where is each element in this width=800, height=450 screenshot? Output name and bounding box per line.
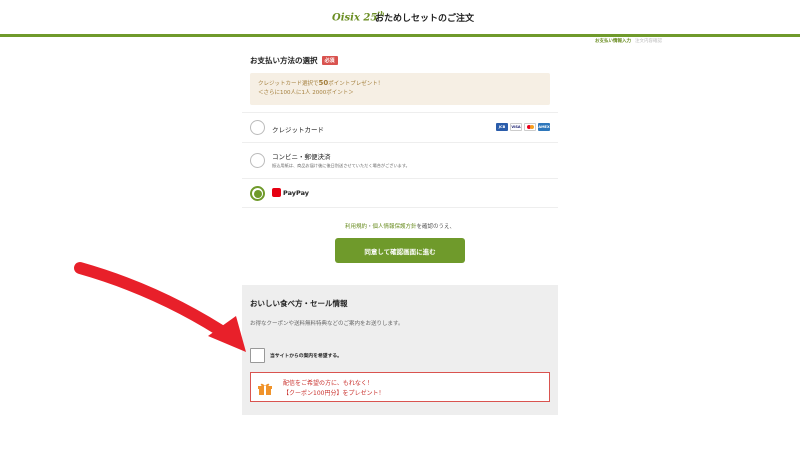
newsletter-checkbox-label[interactable]: 当サイトからの案内を希望する。 [270, 352, 342, 359]
radio-convenience[interactable] [250, 153, 265, 168]
payment-options: クレジットカード JCB VISA AMEX コンビニ・郵便決済 振込用紙は、商… [242, 112, 558, 208]
radio-credit-card[interactable] [250, 120, 265, 135]
credit-card-promo: クレジットカード選択で50ポイントプレゼント！ ＜さらに100人に1人 2000… [250, 73, 550, 105]
amex-icon: AMEX [538, 123, 550, 131]
header-divider [0, 34, 800, 37]
payment-option-credit-card[interactable]: クレジットカード JCB VISA AMEX [242, 112, 558, 142]
step-current: お支払い情報入力 [595, 39, 631, 44]
privacy-link[interactable]: 個人情報保護方針 [373, 224, 417, 230]
card-brand-logos: JCB VISA AMEX [496, 123, 550, 131]
sale-info-section: おいしい食べ方・セール情報 お得なクーポンや送料無料特典などのご案内をお送りしま… [242, 285, 558, 415]
payment-option-paypay[interactable]: PayPay [242, 178, 558, 208]
radio-paypay[interactable] [250, 186, 265, 201]
payment-label: コンビニ・郵便決済 [272, 153, 331, 161]
gift-icon [258, 383, 272, 395]
coupon-gift-banner: 配信をご希望の方に、もれなく！ 【クーポン100円分】をプレゼント！ [250, 372, 550, 402]
required-badge: 必須 [321, 56, 338, 65]
payment-section-title: お支払い方法の選択 必須 [250, 55, 338, 66]
paypay-icon [272, 188, 281, 197]
terms-notice: 利用規約・個人情報保護方針を確認のうえ、 [344, 224, 456, 230]
radio-selected-dot [254, 190, 262, 198]
jcb-icon: JCB [496, 123, 508, 131]
visa-icon: VISA [510, 123, 522, 131]
site-header: Oisix 25th おためしセットのご注文 [0, 0, 800, 34]
payment-note: 振込用紙は、商品お届け後に後日別送させていただく場合がございます。 [272, 163, 410, 168]
payment-label: クレジットカード [272, 126, 324, 134]
sale-section-title: おいしい食べ方・セール情報 [250, 299, 348, 308]
step-indicator: お支払い情報入力 注文内容確認 [595, 38, 662, 44]
terms-link[interactable]: 利用規約 [345, 224, 367, 230]
step-next: 注文内容確認 [635, 39, 662, 44]
mastercard-icon [524, 123, 536, 131]
payment-option-convenience[interactable]: コンビニ・郵便決済 振込用紙は、商品お届け後に後日別送させていただく場合がござい… [242, 142, 558, 178]
newsletter-checkbox[interactable] [250, 348, 265, 363]
gift-text: 配信をご希望の方に、もれなく！ 【クーポン100円分】をプレゼント！ [283, 380, 385, 397]
sale-description: お得なクーポンや送料無料特典などのご案内をお送りします。 [250, 321, 404, 327]
page-title: おためしセットのご注文 [375, 14, 475, 24]
paypay-logo: PayPay [272, 188, 309, 197]
agree-confirm-button[interactable]: 同意して確認画面に進む [335, 238, 465, 263]
payment-section-label: お支払い方法の選択 [250, 56, 318, 65]
